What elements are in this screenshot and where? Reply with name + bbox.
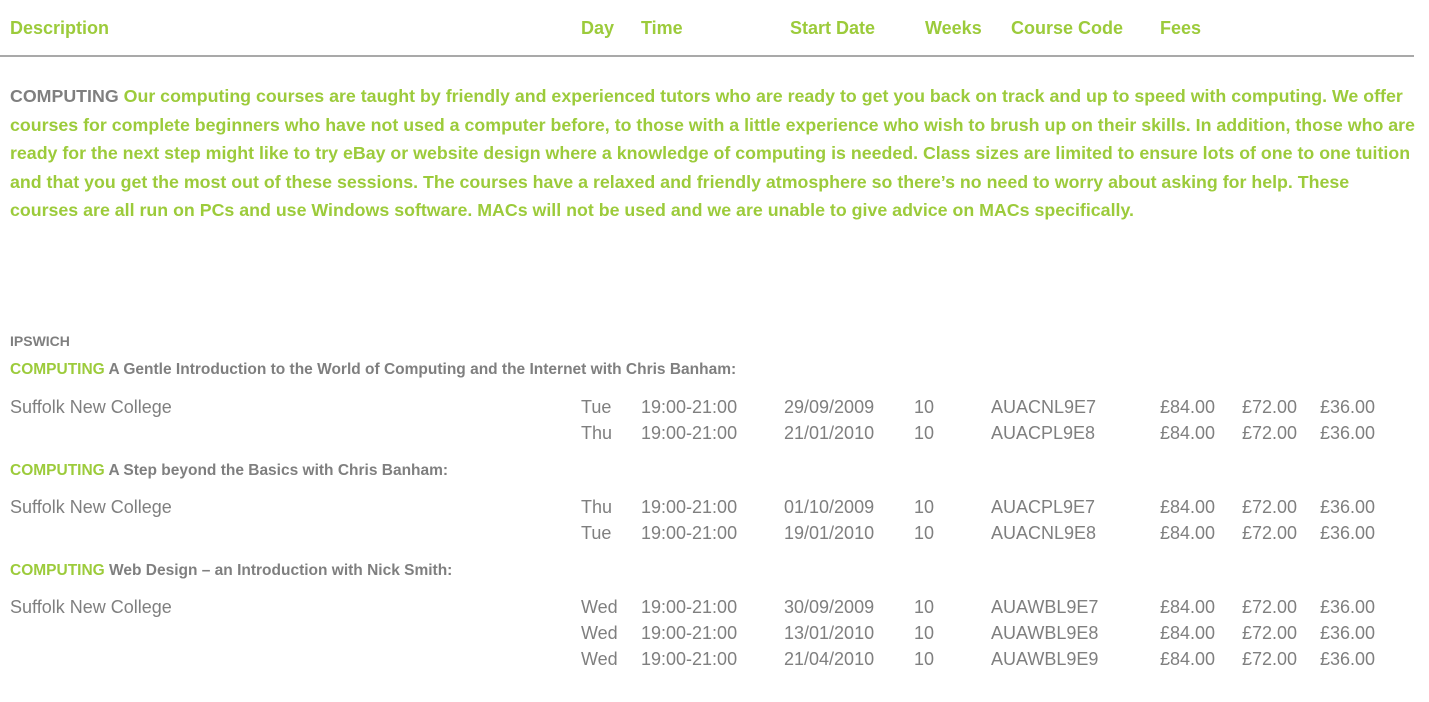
session-weeks: 10 — [914, 397, 935, 417]
session-start-date: 21/01/2010 — [784, 423, 875, 443]
session-start-date: 01/10/2009 — [784, 497, 875, 517]
session-day: Tue — [581, 523, 612, 543]
header-day: Day — [581, 18, 615, 38]
session-start-date: 21/04/2010 — [784, 649, 875, 669]
session-fee-reduced: £72.00 — [1242, 597, 1298, 617]
session-fee-reduced: £72.00 — [1242, 497, 1298, 517]
region-heading: IPSWICH — [10, 333, 70, 349]
course-session-row: Suffolk New College Tue 19:00-21:00 29/0… — [0, 397, 1429, 423]
session-time: 19:00-21:00 — [641, 523, 738, 543]
session-day: Thu — [581, 423, 613, 443]
course-session-row: Suffolk New College Wed 19:00-21:00 30/0… — [0, 597, 1429, 623]
session-course-code: AUACNL9E8 — [991, 523, 1097, 543]
session-course-code: AUAWBL9E8 — [991, 623, 1099, 643]
course-category: COMPUTING — [10, 462, 105, 479]
session-course-code: AUACNL9E7 — [991, 397, 1097, 417]
session-weeks: 10 — [914, 623, 935, 643]
session-time: 19:00-21:00 — [641, 497, 738, 517]
session-course-code: AUAWBL9E7 — [991, 597, 1099, 617]
session-venue: Suffolk New College — [10, 397, 172, 417]
session-time: 19:00-21:00 — [641, 597, 738, 617]
session-fee-full: £84.00 — [1160, 497, 1216, 517]
header-time: Time — [641, 18, 683, 38]
session-fee-full: £84.00 — [1160, 649, 1216, 669]
intro-text: Our computing courses are taught by frie… — [10, 86, 1415, 220]
header-weeks: Weeks — [925, 18, 982, 38]
session-fee-reduced: £72.00 — [1242, 649, 1298, 669]
session-day: Wed — [581, 649, 618, 669]
course-session-row: Tue 19:00-21:00 19/01/2010 10 AUACNL9E8 … — [0, 523, 1429, 549]
session-time: 19:00-21:00 — [641, 423, 738, 443]
session-fee-concession: £36.00 — [1320, 597, 1376, 617]
session-weeks: 10 — [914, 497, 935, 517]
intro-category: COMPUTING — [10, 86, 119, 106]
header-description: Description — [10, 18, 110, 38]
session-venue: Suffolk New College — [10, 597, 172, 617]
session-fee-concession: £36.00 — [1320, 423, 1376, 443]
intro-paragraph: COMPUTING Our computing courses are taug… — [10, 82, 1415, 225]
session-weeks: 10 — [914, 649, 935, 669]
session-course-code: AUAWBL9E9 — [991, 649, 1099, 669]
course-session-row: Wed 19:00-21:00 13/01/2010 10 AUAWBL9E8 … — [0, 623, 1429, 649]
session-start-date: 19/01/2010 — [784, 523, 875, 543]
session-weeks: 10 — [914, 523, 935, 543]
course-category: COMPUTING — [10, 361, 105, 378]
course-session-row: Wed 19:00-21:00 21/04/2010 10 AUAWBL9E9 … — [0, 649, 1429, 675]
session-fee-full: £84.00 — [1160, 423, 1216, 443]
session-start-date: 29/09/2009 — [784, 397, 875, 417]
session-day: Wed — [581, 597, 618, 617]
session-course-code: AUACPL9E7 — [991, 497, 1096, 517]
session-weeks: 10 — [914, 423, 935, 443]
session-time: 19:00-21:00 — [641, 623, 738, 643]
course-title: COMPUTING Web Design – an Introduction w… — [10, 562, 452, 580]
session-fee-reduced: £72.00 — [1242, 523, 1298, 543]
session-fee-full: £84.00 — [1160, 523, 1216, 543]
session-fee-full: £84.00 — [1160, 397, 1216, 417]
session-time: 19:00-21:00 — [641, 649, 738, 669]
session-start-date: 13/01/2010 — [784, 623, 875, 643]
course-title: COMPUTING A Gentle Introduction to the W… — [10, 361, 736, 379]
session-fee-reduced: £72.00 — [1242, 397, 1298, 417]
session-fee-full: £84.00 — [1160, 597, 1216, 617]
session-fee-full: £84.00 — [1160, 623, 1216, 643]
header-course-code: Course Code — [1011, 18, 1124, 38]
session-fee-concession: £36.00 — [1320, 523, 1376, 543]
session-day: Tue — [581, 397, 612, 417]
session-venue: Suffolk New College — [10, 497, 172, 517]
session-time: 19:00-21:00 — [641, 397, 738, 417]
course-session-row: Thu 19:00-21:00 21/01/2010 10 AUACPL9E8 … — [0, 423, 1429, 449]
session-fee-concession: £36.00 — [1320, 623, 1376, 643]
course-session-row: Suffolk New College Thu 19:00-21:00 01/1… — [0, 497, 1429, 523]
header-fees: Fees — [1160, 18, 1202, 38]
session-fee-concession: £36.00 — [1320, 649, 1376, 669]
session-weeks: 10 — [914, 597, 935, 617]
course-title: COMPUTING A Step beyond the Basics with … — [10, 462, 448, 480]
session-start-date: 30/09/2009 — [784, 597, 875, 617]
session-fee-concession: £36.00 — [1320, 397, 1376, 417]
course-name: A Gentle Introduction to the World of Co… — [108, 361, 737, 378]
session-day: Thu — [581, 497, 613, 517]
header-start-date: Start Date — [790, 18, 876, 38]
header-divider — [0, 55, 1414, 57]
session-course-code: AUACPL9E8 — [991, 423, 1096, 443]
session-fee-reduced: £72.00 — [1242, 423, 1298, 443]
course-name: Web Design – an Introduction with Nick S… — [109, 562, 453, 579]
course-name: A Step beyond the Basics with Chris Banh… — [108, 462, 449, 479]
session-fee-concession: £36.00 — [1320, 497, 1376, 517]
session-fee-reduced: £72.00 — [1242, 623, 1298, 643]
course-category: COMPUTING — [10, 562, 105, 579]
session-day: Wed — [581, 623, 618, 643]
